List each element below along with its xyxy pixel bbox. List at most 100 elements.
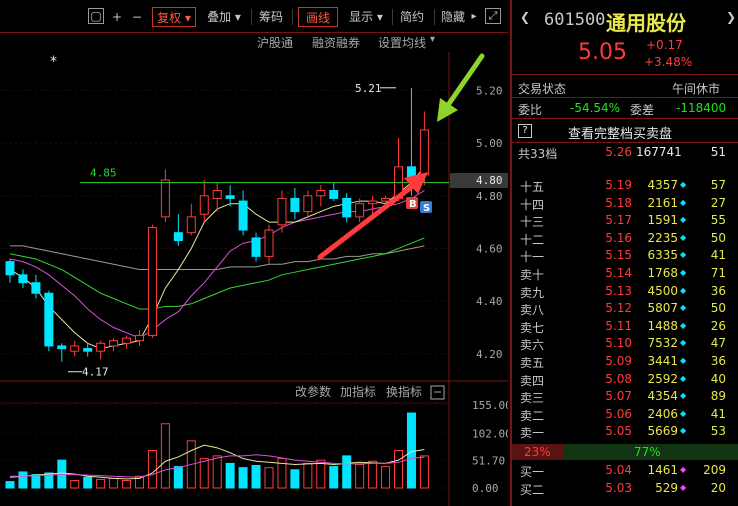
ask-row[interactable]: 卖十 5.14 1768 ◆ 71	[512, 266, 738, 283]
ask-row[interactable]: 十一 5.15 6335 ◆ 41	[512, 248, 738, 265]
candle-body[interactable]	[18, 274, 28, 284]
candle-body[interactable]	[316, 190, 326, 197]
volume-bar[interactable]	[57, 459, 67, 489]
candle-body[interactable]	[122, 337, 132, 344]
volume-bar[interactable]	[212, 455, 222, 489]
ask-row[interactable]: 十二 5.16 2235 ◆ 50	[512, 231, 738, 248]
triangle-right-icon[interactable]: ▸	[469, 7, 479, 27]
candle-body[interactable]	[160, 179, 170, 218]
volume-bar[interactable]	[251, 465, 261, 489]
candle-body[interactable]	[368, 200, 378, 205]
volume-bar[interactable]	[342, 455, 352, 489]
candle-body[interactable]	[96, 342, 106, 352]
xianshi-button[interactable]: 显示 ▾	[344, 7, 388, 27]
volume-bar[interactable]	[199, 458, 209, 489]
candle-body[interactable]	[44, 292, 54, 347]
fuquan-button[interactable]: 复权 ▾	[152, 7, 196, 27]
volume-bar[interactable]	[5, 481, 15, 489]
kline-chart[interactable]: 5.20 5.00 4.80 4.60 4.40 4.20 155.00 102.00 51.7…	[0, 32, 508, 506]
volume-bar[interactable]	[419, 455, 429, 489]
huaxian-button[interactable]: 画线	[298, 7, 338, 27]
candle-body[interactable]	[290, 197, 300, 213]
volume-bar[interactable]	[18, 471, 28, 489]
volume-bar[interactable]	[316, 459, 326, 489]
ask-row[interactable]: 卖四 5.08 2592 ◆ 40	[512, 372, 738, 389]
candle-body[interactable]	[70, 345, 80, 352]
diejia-button[interactable]: 叠加 ▾	[202, 7, 246, 27]
ask-row[interactable]: 十四 5.18 2161 ◆ 27	[512, 196, 738, 213]
ask-row[interactable]: 卖二 5.06 2406 ◆ 41	[512, 407, 738, 424]
candle-body[interactable]	[225, 195, 235, 199]
volume-bar[interactable]	[355, 463, 365, 489]
volume-bar[interactable]	[368, 460, 378, 489]
yincang-button[interactable]: 隐藏	[438, 7, 468, 27]
candle-body[interactable]	[199, 195, 209, 215]
volume-bar[interactable]	[290, 469, 300, 489]
square-icon[interactable]: ▢	[88, 8, 104, 24]
price-axis-tick: 4.40	[476, 295, 503, 308]
candle-body[interactable]	[238, 200, 248, 231]
ask-row[interactable]: 卖八 5.12 5807 ◆ 50	[512, 301, 738, 318]
candle-body[interactable]	[419, 129, 429, 176]
fullscreen-icon[interactable]: ⤢	[485, 8, 501, 24]
volume-bar[interactable]	[303, 462, 313, 489]
candle-body[interactable]	[5, 261, 15, 276]
volume-bar[interactable]	[160, 423, 170, 489]
candle-body[interactable]	[381, 197, 391, 202]
candle-body[interactable]	[147, 226, 157, 336]
jianyue-button[interactable]: 简约	[397, 7, 427, 27]
ask-row[interactable]: 卖一 5.05 5669 ◆ 53	[512, 424, 738, 441]
huanzhibiao-button[interactable]: 换指标	[386, 384, 422, 399]
volume-bar[interactable]	[381, 466, 391, 489]
ask-row[interactable]: 卖六 5.10 7532 ◆ 47	[512, 336, 738, 353]
volume-bar[interactable]	[329, 466, 339, 489]
candle-body[interactable]	[109, 340, 119, 347]
volume-bar[interactable]	[109, 477, 119, 489]
volume-bar[interactable]	[264, 467, 274, 489]
ask-row[interactable]: 十五 5.19 4357 ◆ 57	[512, 178, 738, 195]
bid-row[interactable]: 买一 5.04 1461 ◆ 209	[512, 463, 738, 480]
full-book-link[interactable]: 查看完整档买卖盘	[568, 123, 672, 142]
ask-row[interactable]: 卖五 5.09 3441 ◆ 36	[512, 354, 738, 371]
volume-bar[interactable]	[70, 480, 80, 489]
candle-body[interactable]	[31, 282, 41, 294]
volume-bar[interactable]	[173, 466, 183, 489]
volume-bar[interactable]	[122, 480, 132, 489]
volume-bar[interactable]	[83, 476, 93, 489]
candle-body[interactable]	[303, 195, 313, 213]
zoom-out-button[interactable]: −	[130, 7, 144, 27]
sell-marker-label: S	[423, 203, 430, 214]
gaicanshu-button[interactable]: 改参数	[295, 384, 331, 399]
ask-row[interactable]: 十三 5.17 1591 ◆ 55	[512, 213, 738, 230]
candle-body[interactable]	[135, 334, 144, 342]
ask-level-name: 卖五	[520, 356, 545, 370]
candle-body[interactable]	[186, 216, 196, 234]
ask-row[interactable]: 卖三 5.07 4354 ◆ 89	[512, 389, 738, 406]
volume-bar[interactable]	[96, 478, 106, 489]
ask-row[interactable]: 卖九 5.13 4500 ◆ 36	[512, 284, 738, 301]
candle-body[interactable]	[251, 237, 261, 257]
volume-bar[interactable]	[394, 450, 403, 489]
volume-bar[interactable]	[31, 474, 41, 489]
candle-body[interactable]	[342, 197, 352, 218]
candle-body[interactable]	[329, 190, 339, 199]
chevron-right-icon[interactable]: ❯	[726, 10, 736, 24]
volume-bar[interactable]	[238, 467, 248, 489]
zoom-in-button[interactable]: +	[110, 7, 124, 27]
candle-body[interactable]	[277, 197, 287, 226]
volume-bar[interactable]	[225, 462, 235, 489]
candle-body[interactable]	[83, 348, 93, 352]
volume-bar[interactable]	[147, 450, 157, 489]
jiazhibiao-button[interactable]: 加指标	[340, 384, 376, 399]
ask-row[interactable]: 卖七 5.11 1488 ◆ 26	[512, 319, 738, 336]
volume-bar[interactable]	[406, 412, 416, 489]
candle-body[interactable]	[173, 232, 183, 242]
candle-body[interactable]	[212, 190, 222, 199]
chouma-button[interactable]: 筹码	[256, 7, 286, 27]
chevron-left-icon[interactable]: ❮	[520, 10, 530, 24]
help-icon[interactable]: ?	[518, 124, 532, 138]
bid-row[interactable]: 买二 5.03 529 ◆ 20	[512, 481, 738, 498]
candle-body[interactable]	[57, 345, 67, 350]
candle-body[interactable]	[264, 229, 274, 257]
candle-body[interactable]	[355, 203, 365, 218]
